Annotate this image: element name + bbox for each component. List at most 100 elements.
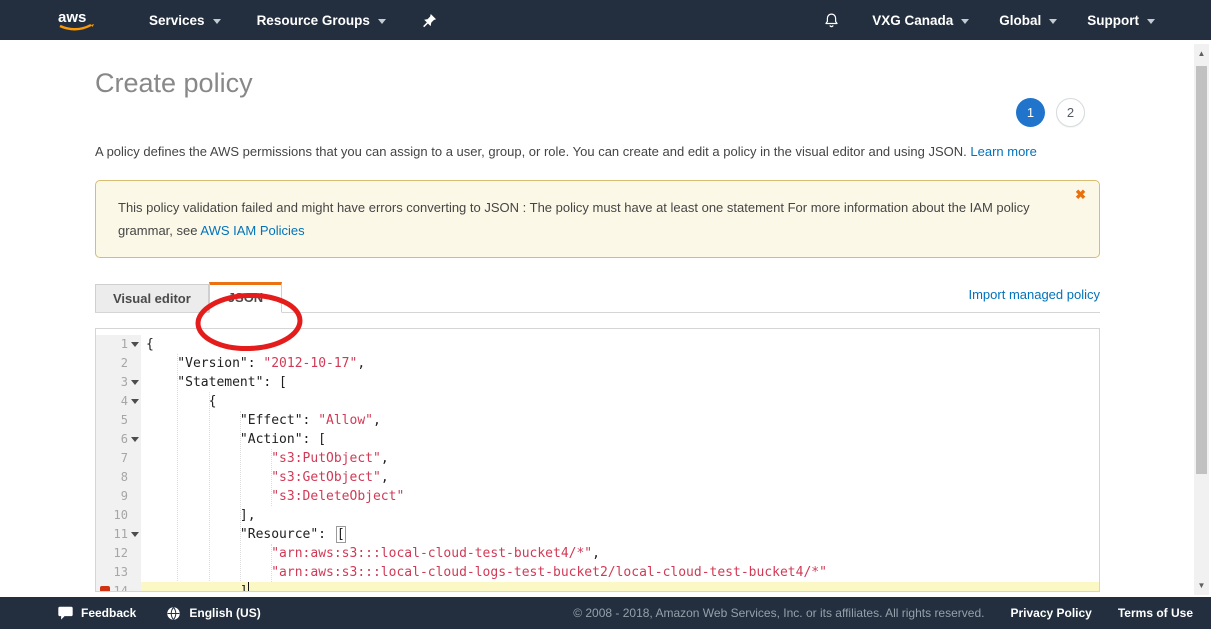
line-number: 1	[121, 337, 128, 351]
code-token	[146, 489, 271, 504]
code-token: "Statement": [	[146, 375, 287, 390]
iam-policies-link[interactable]: AWS IAM Policies	[200, 223, 304, 238]
code-token	[146, 565, 271, 580]
chevron-down-icon	[1049, 19, 1057, 24]
scroll-up-arrow-icon[interactable]: ▲	[1194, 46, 1209, 61]
gutter-cell: 1	[96, 335, 141, 354]
nav-services[interactable]: Services	[149, 13, 221, 28]
aws-logo-icon: aws	[55, 7, 99, 34]
code-line-11[interactable]: 11 "Resource": [	[96, 525, 1099, 544]
bracket-match: [	[336, 526, 346, 543]
code-text: {	[141, 335, 1099, 354]
fold-arrow-icon[interactable]	[131, 399, 139, 404]
nav-support-menu[interactable]: Support	[1087, 13, 1155, 28]
chevron-down-icon	[213, 19, 221, 24]
learn-more-link[interactable]: Learn more	[970, 144, 1036, 159]
code-line-10[interactable]: 10 ],	[96, 506, 1099, 525]
gutter-cell: 10	[96, 506, 141, 525]
string-token: "s3:PutObject"	[271, 451, 381, 466]
scroll-down-arrow-icon[interactable]: ▼	[1194, 578, 1209, 593]
code-text: "Version": "2012-10-17",	[141, 354, 1099, 373]
bell-icon	[823, 11, 840, 30]
nav-account-menu[interactable]: VXG Canada	[872, 13, 969, 28]
code-line-2[interactable]: 2 "Version": "2012-10-17",	[96, 354, 1099, 373]
gutter-cell: 4	[96, 392, 141, 411]
svg-text:aws: aws	[58, 9, 86, 26]
string-token: "arn:aws:s3:::local-cloud-test-bucket4/*…	[271, 546, 592, 561]
code-text: "s3:PutObject",	[141, 449, 1099, 468]
code-token	[146, 546, 271, 561]
code-text: "Resource": [	[141, 525, 1099, 544]
code-line-14[interactable]: 14 ]	[96, 582, 1099, 592]
aws-logo[interactable]: aws	[55, 7, 99, 34]
chevron-down-icon	[1147, 19, 1155, 24]
validation-warning-banner: This policy validation failed and might …	[95, 180, 1100, 258]
close-icon[interactable]: ✖	[1075, 188, 1086, 201]
privacy-policy-link[interactable]: Privacy Policy	[1010, 606, 1091, 620]
account-name-label: VXG Canada	[872, 13, 953, 28]
code-line-13[interactable]: 13 "arn:aws:s3:::local-cloud-logs-test-b…	[96, 563, 1099, 582]
nav-resource-groups[interactable]: Resource Groups	[257, 13, 386, 28]
fold-arrow-icon[interactable]	[131, 532, 139, 537]
notifications-button[interactable]	[823, 11, 840, 30]
code-text: {	[141, 392, 1099, 411]
fold-arrow-icon[interactable]	[131, 437, 139, 442]
gutter-cell: 11	[96, 525, 141, 544]
code-line-7[interactable]: 7 "s3:PutObject",	[96, 449, 1099, 468]
code-text: ],	[141, 506, 1099, 525]
line-number: 11	[114, 527, 128, 541]
chevron-down-icon	[378, 19, 386, 24]
code-token: ,	[373, 413, 381, 428]
code-token: {	[146, 337, 154, 352]
tab-visual-editor[interactable]: Visual editor	[95, 284, 209, 312]
line-number: 3	[121, 375, 128, 389]
code-line-4[interactable]: 4 {	[96, 392, 1099, 411]
terms-of-use-link[interactable]: Terms of Use	[1118, 606, 1193, 620]
code-token: ]	[146, 584, 248, 592]
language-selector[interactable]: English (US)	[166, 606, 260, 621]
code-line-9[interactable]: 9 "s3:DeleteObject"	[96, 487, 1099, 506]
code-line-5[interactable]: 5 "Effect": "Allow",	[96, 411, 1099, 430]
pin-button[interactable]	[422, 12, 437, 29]
feedback-label: Feedback	[81, 606, 136, 620]
code-line-8[interactable]: 8 "s3:GetObject",	[96, 468, 1099, 487]
string-token: "s3:GetObject"	[271, 470, 381, 485]
gutter-cell: 5	[96, 411, 141, 430]
code-lines: 1{2 "Version": "2012-10-17",3 "Statement…	[96, 335, 1099, 592]
code-line-3[interactable]: 3 "Statement": [	[96, 373, 1099, 392]
copyright-text: © 2008 - 2018, Amazon Web Services, Inc.…	[573, 606, 984, 620]
nav-right-group: VXG Canada Global Support	[823, 11, 1155, 30]
text-cursor	[248, 582, 250, 592]
import-managed-policy-link[interactable]: Import managed policy	[968, 287, 1100, 302]
fold-arrow-icon[interactable]	[131, 380, 139, 385]
code-line-1[interactable]: 1{	[96, 335, 1099, 354]
nav-region-menu[interactable]: Global	[999, 13, 1057, 28]
code-token: "Resource":	[146, 527, 334, 542]
intro-text: A policy defines the AWS permissions tha…	[95, 144, 1100, 159]
code-token: "Version":	[146, 356, 263, 371]
line-number: 6	[121, 432, 128, 446]
line-number: 5	[121, 413, 128, 427]
step-2-indicator[interactable]: 2	[1056, 98, 1085, 127]
code-line-12[interactable]: 12 "arn:aws:s3:::local-cloud-test-bucket…	[96, 544, 1099, 563]
tab-json[interactable]: JSON	[209, 282, 282, 313]
line-number: 7	[121, 451, 128, 465]
region-label: Global	[999, 13, 1041, 28]
nav-services-label: Services	[149, 13, 205, 28]
gutter-cell: 3	[96, 373, 141, 392]
code-text: "Effect": "Allow",	[141, 411, 1099, 430]
page-scrollbar[interactable]: ▲ ▼	[1194, 44, 1209, 595]
feedback-button[interactable]: Feedback	[58, 606, 136, 620]
step-1-indicator[interactable]: 1	[1016, 98, 1045, 127]
fold-arrow-icon[interactable]	[131, 342, 139, 347]
gutter-cell: 7	[96, 449, 141, 468]
code-token: ,	[381, 470, 389, 485]
chevron-down-icon	[961, 19, 969, 24]
json-policy-editor[interactable]: 1{2 "Version": "2012-10-17",3 "Statement…	[95, 328, 1100, 592]
code-text: ]	[141, 582, 1099, 592]
code-token: ,	[592, 546, 600, 561]
scrollbar-thumb[interactable]	[1196, 66, 1207, 474]
gutter-cell: 12	[96, 544, 141, 563]
code-line-6[interactable]: 6 "Action": [	[96, 430, 1099, 449]
nav-resource-groups-label: Resource Groups	[257, 13, 370, 28]
